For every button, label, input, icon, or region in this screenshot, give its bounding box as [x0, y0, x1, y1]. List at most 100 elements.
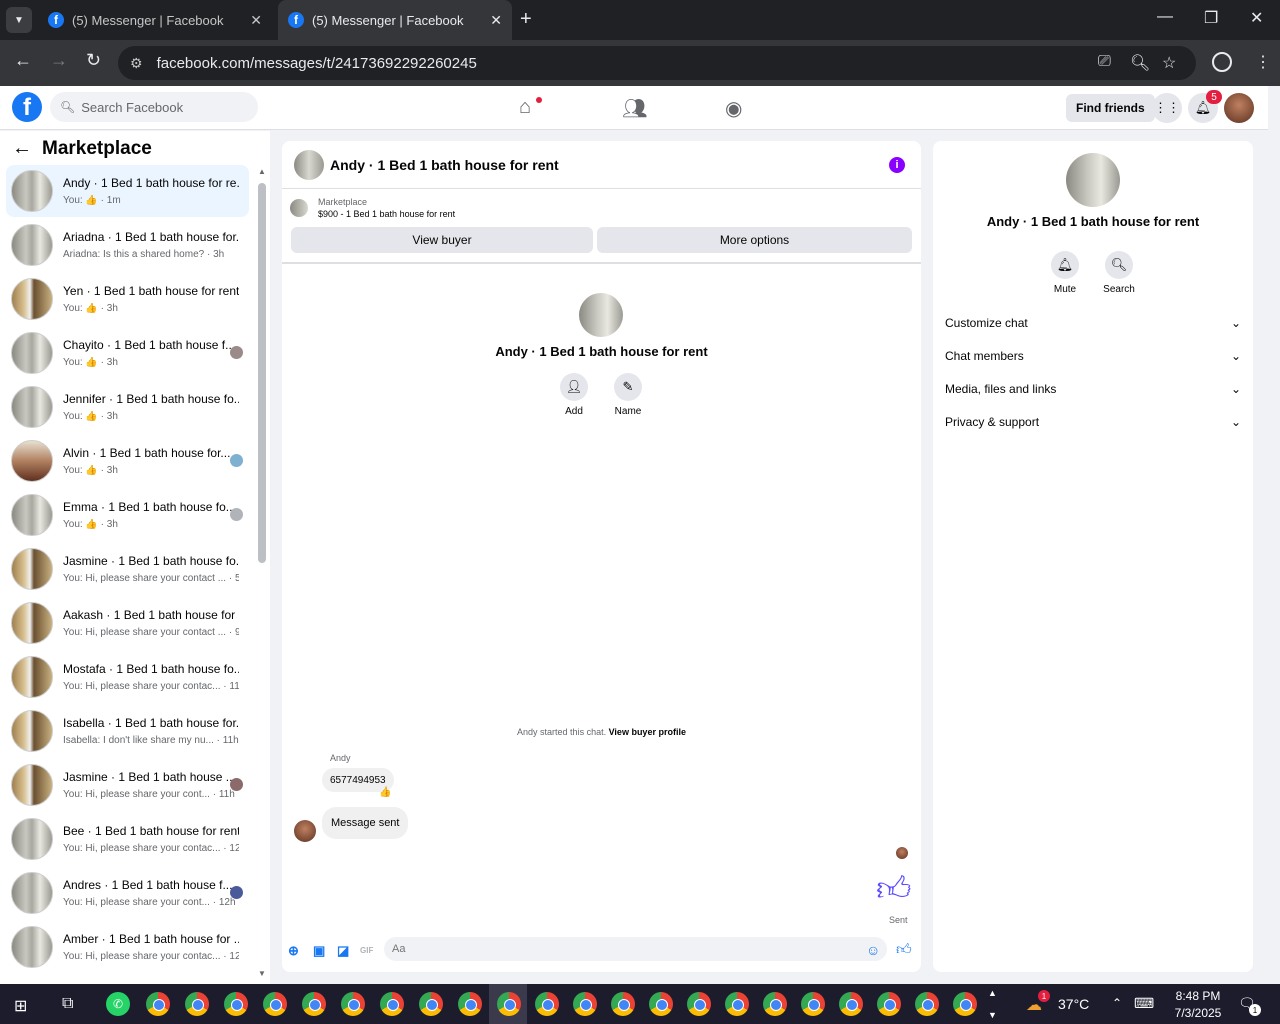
bookmark-star-icon[interactable]: ☆	[1162, 53, 1176, 73]
groups-icon[interactable]: ◉	[725, 96, 742, 121]
chrome-icon[interactable]	[801, 992, 825, 1016]
account-avatar[interactable]	[1224, 93, 1254, 123]
tab-search-dropdown[interactable]: ▼	[6, 7, 32, 33]
browser-menu-icon[interactable]: ⋮	[1255, 52, 1271, 72]
chrome-icon[interactable]	[839, 992, 863, 1016]
whatsapp-icon[interactable]: ✆	[106, 992, 130, 1016]
zoom-icon[interactable]: 🔍︎	[1130, 53, 1150, 73]
add-people-button[interactable]: 👤︎ Add	[554, 373, 594, 417]
chat-avatar[interactable]	[294, 149, 324, 180]
chrome-icon[interactable]	[687, 992, 711, 1016]
more-options-button[interactable]: More options	[597, 227, 912, 253]
taskbar-scroll-down-icon[interactable]: ▼	[988, 1010, 997, 1020]
minimize-icon[interactable]: —	[1157, 8, 1173, 26]
name-chat-button[interactable]: ✎ Name	[608, 373, 648, 417]
browser-tab-active[interactable]: f (5) Messenger | Facebook ✕	[278, 0, 512, 40]
view-buyer-button[interactable]: View buyer	[291, 227, 593, 253]
windows-start-icon[interactable]: ⊞	[14, 996, 27, 1016]
conversation-item[interactable]: Mostafa · 1 Bed 1 bath house fo... You: H…	[6, 651, 249, 703]
chat-members-row[interactable]: Chat members ⌄	[945, 349, 1241, 363]
page-scrollbar[interactable]	[1268, 86, 1280, 984]
window-close-icon[interactable]: ✕	[1250, 8, 1263, 28]
message-bubble[interactable]: Message sent	[322, 807, 409, 839]
chrome-icon[interactable]	[380, 992, 404, 1016]
chrome-icon[interactable]	[302, 992, 326, 1016]
conversation-item[interactable]: Andres · 1 Bed 1 bath house f... You: Hi,…	[6, 867, 249, 919]
menu-grid-icon[interactable]: ⋮⋮	[1152, 93, 1182, 123]
chrome-icon[interactable]	[535, 992, 559, 1016]
chat-title[interactable]: Andy · 1 Bed 1 bath house for rent	[330, 157, 559, 173]
back-arrow-icon[interactable]: ←	[12, 137, 32, 160]
conversation-item[interactable]: Aakash · 1 Bed 1 bath house for ... You: …	[6, 597, 249, 649]
close-tab-icon[interactable]: ✕	[250, 12, 262, 29]
privacy-support-row[interactable]: Privacy & support ⌄	[945, 415, 1241, 429]
chrome-icon[interactable]	[341, 992, 365, 1016]
conversation-item[interactable]: Isabella · 1 Bed 1 bath house for... Isab…	[6, 705, 249, 757]
chrome-icon[interactable]	[573, 992, 597, 1016]
conversation-item[interactable]: Amber · 1 Bed 1 bath house for ... You: H…	[6, 921, 249, 973]
chrome-icon[interactable]	[263, 992, 287, 1016]
browser-tab[interactable]: f (5) Messenger | Facebook ✕	[38, 0, 272, 40]
chrome-icon[interactable]	[185, 992, 209, 1016]
mute-button[interactable]: 🔔︎ Mute	[1043, 251, 1087, 295]
browser-profile-icon[interactable]	[1212, 52, 1232, 72]
reload-icon[interactable]: ↻	[86, 50, 101, 71]
chrome-icon[interactable]	[224, 992, 248, 1016]
chrome-icon[interactable]	[649, 992, 673, 1016]
system-clock[interactable]: 8:48 PM 7/3/2025	[1168, 988, 1228, 1022]
conversation-item[interactable]: Ariadna · 1 Bed 1 bath house for... Ariad…	[6, 219, 249, 271]
close-tab-icon[interactable]: ✕	[490, 12, 502, 29]
info-icon[interactable]: i	[889, 157, 905, 173]
sender-avatar[interactable]	[294, 820, 316, 842]
site-info-icon[interactable]: ⚙	[130, 55, 143, 72]
new-tab-icon[interactable]: +	[520, 8, 532, 31]
media-files-links-row[interactable]: Media, files and links ⌄	[945, 382, 1241, 396]
conversation-item[interactable]: Chayito · 1 Bed 1 bath house f... You: 👍 …	[6, 327, 249, 379]
customize-chat-row[interactable]: Customize chat ⌄	[945, 316, 1241, 330]
back-icon[interactable]: ←	[14, 50, 32, 71]
taskbar-scroll-up-icon[interactable]: ▲	[988, 988, 997, 998]
large-thumbs-up-icon[interactable]: 👍︎	[876, 869, 912, 910]
send-like-icon[interactable]: 👍︎	[896, 941, 912, 959]
task-view-icon[interactable]: ⧉	[62, 995, 73, 1013]
facebook-logo-icon[interactable]: f	[12, 92, 42, 122]
omnibox[interactable]: ⚙ facebook.com/messages/t/24173692292260…	[118, 46, 1196, 80]
chrome-icon[interactable]	[725, 992, 749, 1016]
temperature-text[interactable]: 37°C	[1058, 996, 1089, 1012]
search-chat-button[interactable]: 🔍︎ Search	[1097, 251, 1141, 295]
listing-summary[interactable]: Marketplace $900 - 1 Bed 1 bath house fo…	[290, 197, 455, 219]
conversation-item[interactable]: Emma · 1 Bed 1 bath house fo... You: 👍 · …	[6, 489, 249, 541]
view-buyer-profile-link[interactable]: View buyer profile	[609, 727, 686, 737]
friends-icon[interactable]: 👥︎	[622, 96, 647, 121]
chrome-icon[interactable]	[953, 992, 977, 1016]
home-icon[interactable]: ⌂	[519, 96, 531, 119]
forward-icon[interactable]: →	[50, 50, 68, 71]
conversation-item[interactable]: Bee · 1 Bed 1 bath house for rent You: Hi…	[6, 813, 249, 865]
emoji-icon[interactable]: ☺	[866, 942, 880, 958]
conversation-item[interactable]: Jasmine · 1 Bed 1 bath house ... You: Hi,…	[6, 759, 249, 811]
message-input[interactable]	[384, 937, 887, 961]
scroll-down-arrow-icon[interactable]: ▼	[258, 969, 266, 978]
find-friends-button[interactable]: Find friends	[1066, 94, 1155, 122]
chrome-icon[interactable]	[146, 992, 170, 1016]
conversation-item[interactable]: Yen · 1 Bed 1 bath house for rent You: 👍 …	[6, 273, 249, 325]
photo-icon[interactable]: ▣	[313, 943, 325, 959]
chrome-icon[interactable]	[915, 992, 939, 1016]
plus-circle-icon[interactable]: ⊕	[288, 943, 299, 959]
sidebar-scrollbar[interactable]	[258, 183, 266, 563]
keyboard-icon[interactable]: ⌨	[1134, 995, 1154, 1012]
conversation-item[interactable]: Alvin · 1 Bed 1 bath house for... You: 👍 …	[6, 435, 249, 487]
conversation-item[interactable]: Jasmine · 1 Bed 1 bath house fo... You: H…	[6, 543, 249, 595]
chrome-icon[interactable]	[611, 992, 635, 1016]
sticker-icon[interactable]: ◪	[337, 943, 349, 959]
chrome-icon[interactable]	[497, 992, 521, 1016]
scroll-up-arrow-icon[interactable]: ▲	[258, 167, 266, 176]
thumbs-up-reaction-icon[interactable]: 👍	[379, 787, 391, 798]
conversation-item[interactable]: Jennifer · 1 Bed 1 bath house fo... You: …	[6, 381, 249, 433]
conversation-item[interactable]: Andy · 1 Bed 1 bath house for re... You: …	[6, 165, 249, 217]
install-app-icon[interactable]: ⎚	[1098, 53, 1111, 71]
chrome-icon[interactable]	[763, 992, 787, 1016]
chrome-icon[interactable]	[877, 992, 901, 1016]
show-hidden-icons-icon[interactable]: ⌃	[1112, 996, 1122, 1010]
chrome-icon[interactable]	[419, 992, 443, 1016]
